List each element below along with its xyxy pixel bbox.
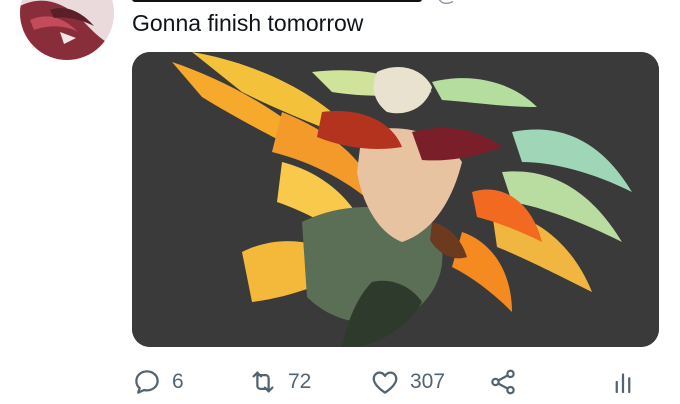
avatar[interactable] bbox=[20, 0, 114, 60]
tweet-actions-bar: 6 72 307 bbox=[132, 364, 659, 400]
avatar-image bbox=[20, 0, 114, 60]
heart-icon bbox=[370, 367, 400, 397]
tweet-media-image[interactable] bbox=[132, 52, 659, 347]
tweet-header: @ bbox=[128, 0, 628, 4]
like-count: 307 bbox=[410, 370, 446, 393]
tweet-text: Gonna finish tomorrow bbox=[132, 10, 364, 36]
share-button[interactable] bbox=[488, 364, 518, 400]
retweet-count: 72 bbox=[288, 370, 312, 393]
analytics-button[interactable] bbox=[608, 364, 638, 400]
like-button[interactable]: 307 bbox=[370, 364, 445, 400]
retweet-icon bbox=[248, 367, 278, 397]
stats-icon bbox=[608, 367, 638, 397]
display-name-cropped[interactable] bbox=[132, 0, 422, 2]
reply-icon bbox=[132, 367, 162, 397]
artwork-illustration bbox=[132, 52, 659, 347]
reply-button[interactable]: 6 bbox=[132, 364, 184, 400]
share-icon bbox=[488, 367, 518, 397]
retweet-button[interactable]: 72 bbox=[248, 364, 311, 400]
reply-count: 6 bbox=[172, 370, 184, 393]
